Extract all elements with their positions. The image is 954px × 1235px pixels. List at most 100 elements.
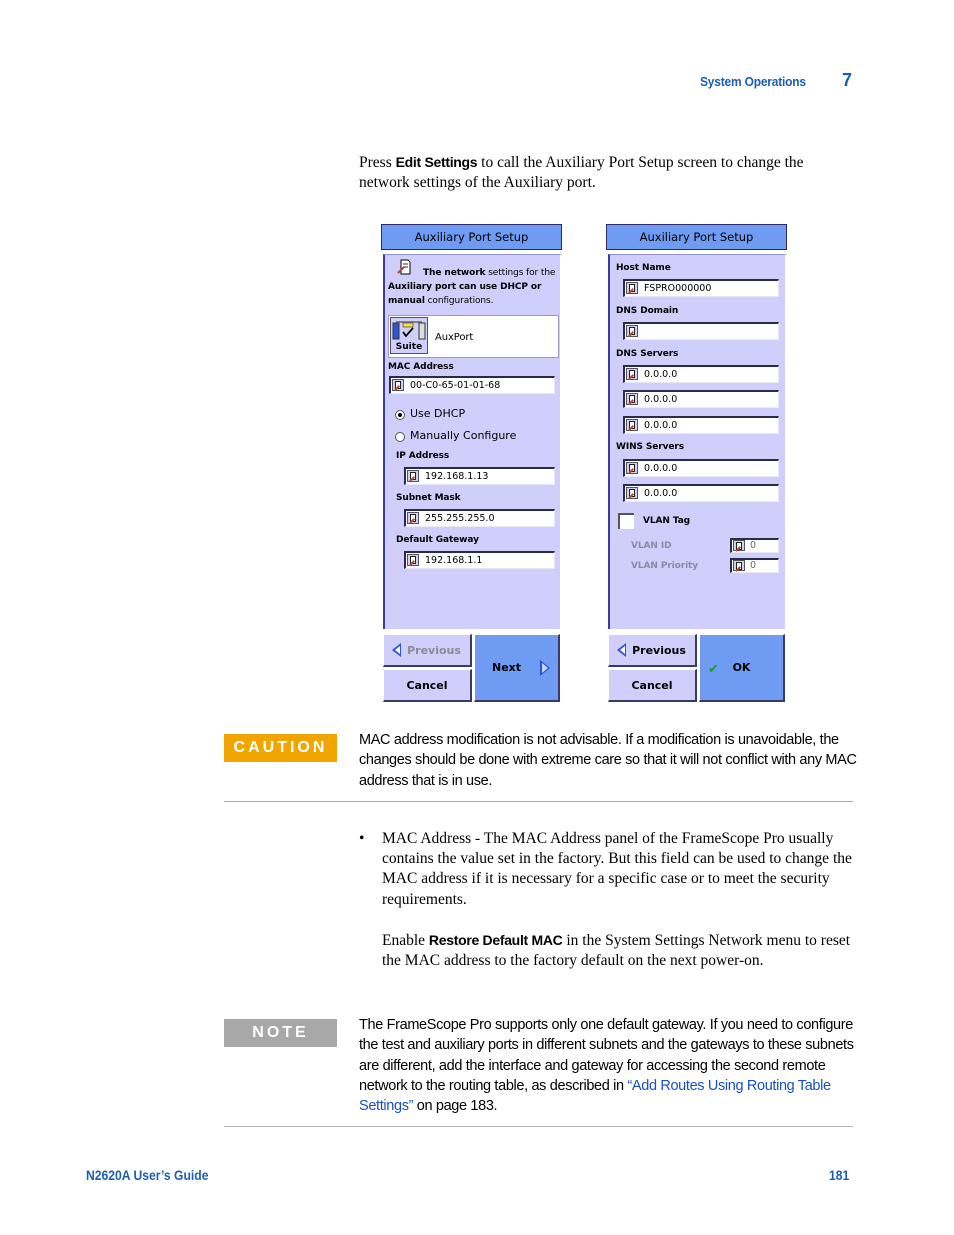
left-arrow-icon	[617, 643, 626, 657]
cancel-button[interactable]: Cancel	[608, 669, 697, 702]
left-arrow-icon	[392, 643, 401, 657]
default-gateway-field[interactable]: 192.168.1.1	[404, 551, 555, 569]
caution-text: MAC address modification is not advisabl…	[359, 732, 857, 789]
edit-icon	[407, 512, 419, 524]
previous-button[interactable]: Previous	[608, 634, 697, 667]
cancel-button[interactable]: Cancel	[383, 669, 472, 702]
use-dhcp-label: Use DHCP	[410, 407, 466, 420]
caution-divider	[224, 801, 853, 802]
edit-settings-term: Edit Settings	[395, 154, 478, 170]
screen-body: The network settings for the Auxiliary p…	[383, 254, 562, 629]
subnet-mask-field[interactable]: 255.255.255.0	[404, 509, 555, 527]
dns-server-field-2[interactable]: 0.0.0.0	[623, 390, 779, 408]
dns-domain-field[interactable]	[623, 322, 779, 340]
default-gateway-value: 192.168.1.1	[425, 555, 483, 566]
vlan-id-field[interactable]: 0	[730, 538, 779, 553]
mac-address-field[interactable]: 00-C0-65-01-01-68	[389, 376, 555, 394]
default-gateway-label: Default Gateway	[396, 535, 479, 545]
edit-icon	[626, 282, 638, 294]
edit-icon	[626, 393, 638, 405]
edit-icon	[407, 554, 419, 566]
mac-address-value: 00-C0-65-01-01-68	[410, 380, 501, 391]
suite-label: Suite	[395, 342, 423, 352]
wins-server-value: 0.0.0.0	[644, 463, 678, 474]
info-text: configurations.	[424, 296, 494, 306]
port-name: AuxPort	[435, 332, 474, 343]
previous-button[interactable]: Previous	[383, 634, 472, 667]
vlan-tag-checkbox[interactable]	[618, 513, 634, 529]
previous-label: Previous	[632, 643, 686, 657]
screen-body: Host Name FSPRO000000 DNS Domain DNS Ser…	[608, 254, 787, 629]
dns-server-value: 0.0.0.0	[644, 369, 678, 380]
subnet-mask-value: 255.255.255.0	[425, 513, 495, 524]
restore-mac-paragraph: Enable Restore Default MAC in the System…	[382, 930, 857, 971]
edit-icon	[733, 560, 745, 571]
edit-icon	[626, 487, 638, 499]
host-name-value: FSPRO000000	[644, 283, 712, 294]
right-arrow-icon	[540, 659, 550, 676]
edit-icon	[626, 419, 638, 431]
host-name-field[interactable]: FSPRO000000	[623, 279, 779, 297]
next-button[interactable]: Next	[474, 634, 560, 702]
info-line-2: Auxiliary port can use DHCP or	[388, 282, 542, 292]
edit-icon	[733, 540, 745, 551]
manual-config-radio[interactable]	[395, 432, 405, 442]
host-name-label: Host Name	[616, 263, 671, 273]
vlan-id-value: 0	[750, 540, 757, 551]
vlan-priority-label: VLAN Priority	[631, 561, 699, 571]
wins-server-field-2[interactable]: 0.0.0.0	[623, 484, 779, 502]
info-text: settings for the	[485, 268, 556, 278]
note-text: The FrameScope Pro supports only one def…	[359, 1015, 859, 1116]
dns-server-field-3[interactable]: 0.0.0.0	[623, 416, 779, 434]
use-dhcp-radio[interactable]	[395, 410, 405, 420]
vlan-id-label: VLAN ID	[631, 541, 672, 551]
bullet-body: MAC Address - The MAC Address panel of t…	[382, 829, 857, 971]
mac-address-label: MAC Address	[388, 362, 454, 372]
aux-port-setup-screen-2: Auxiliary Port Setup Host Name FSPRO0000…	[606, 224, 787, 702]
dns-server-value: 0.0.0.0	[644, 394, 678, 405]
intro-prefix: Press	[359, 154, 396, 171]
note-text-part: on page 183.	[413, 1098, 498, 1115]
bullet-symbol: •	[359, 830, 365, 847]
cancel-label: Cancel	[631, 678, 673, 692]
previous-label: Previous	[407, 643, 461, 657]
note-pencil-icon	[397, 259, 411, 275]
ip-address-value: 192.168.1.13	[425, 471, 489, 482]
ok-button[interactable]: ✔ OK	[699, 634, 785, 702]
info-text: manual	[388, 296, 425, 306]
ip-address-label: IP Address	[396, 451, 450, 461]
guide-title: N2620A User’s Guide	[86, 1168, 209, 1183]
vlan-priority-value: 0	[750, 560, 757, 571]
edit-icon	[407, 470, 419, 482]
page-number: 181	[829, 1168, 850, 1183]
vlan-priority-field[interactable]: 0	[730, 558, 779, 573]
dns-server-value: 0.0.0.0	[644, 420, 678, 431]
enable-prefix: Enable	[382, 931, 429, 949]
dns-server-field-1[interactable]: 0.0.0.0	[623, 365, 779, 383]
subnet-mask-label: Subnet Mask	[396, 493, 461, 503]
edit-icon	[626, 325, 638, 337]
wins-servers-label: WINS Servers	[616, 442, 685, 452]
checkmark-icon: ✔	[708, 661, 719, 677]
edit-icon	[392, 379, 404, 391]
aux-port-setup-screen-1: Auxiliary Port Setup The network setting…	[381, 224, 562, 702]
info-line-3: manual configurations.	[388, 296, 493, 306]
ip-address-field[interactable]: 192.168.1.13	[404, 467, 555, 485]
edit-icon	[626, 368, 638, 380]
note-badge: NOTE	[224, 1019, 337, 1047]
wins-server-field-1[interactable]: 0.0.0.0	[623, 459, 779, 477]
bullet-text: MAC Address - The MAC Address panel of t…	[382, 830, 852, 908]
button-bar: Previous Cancel ✔ OK	[606, 634, 787, 702]
section-title: System Operations	[700, 74, 806, 89]
suite-icon	[392, 321, 426, 340]
ok-label: OK	[732, 661, 751, 674]
suite-button[interactable]: Suite	[390, 317, 428, 354]
restore-default-mac-term: Restore Default MAC	[428, 931, 563, 948]
port-selector: Suite AuxPort	[388, 315, 559, 358]
screen-title: Auxiliary Port Setup	[606, 224, 787, 250]
cancel-label: Cancel	[406, 678, 448, 692]
manual-config-label: Manually Configure	[410, 429, 517, 442]
caution-badge: CAUTION	[224, 734, 337, 762]
dns-domain-label: DNS Domain	[616, 306, 679, 316]
info-text: network	[444, 268, 486, 278]
